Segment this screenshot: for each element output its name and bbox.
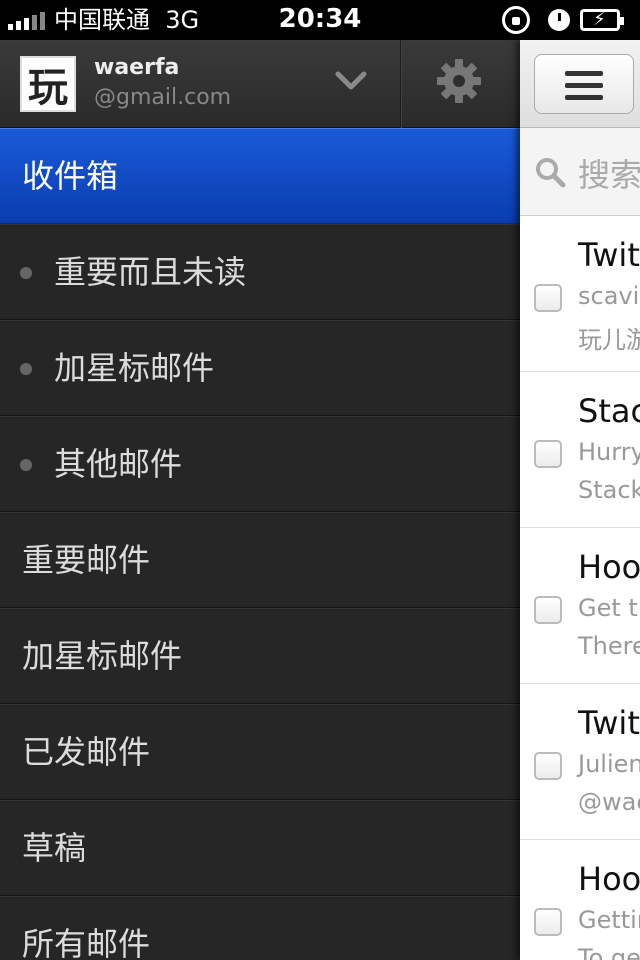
mail-sender: Hoot (578, 860, 640, 898)
mail-checkbox[interactable] (534, 284, 562, 312)
menu-item-important-unread[interactable]: 重要而且未读 (0, 224, 520, 320)
battery-icon: ⚡ (580, 9, 624, 31)
menu-item-starred[interactable]: 加星标邮件 (0, 608, 520, 704)
header-divider (400, 40, 402, 128)
status-icons: ⚡ (502, 6, 632, 34)
menu-item-label: 草稿 (22, 829, 87, 867)
menu-item-important[interactable]: 重要邮件 (0, 512, 520, 608)
chevron-down-icon[interactable] (334, 64, 368, 98)
mail-checkbox[interactable] (534, 596, 562, 624)
mail-subject: Gettin (578, 906, 640, 934)
menu-toggle-button[interactable] (534, 54, 634, 114)
menu-item-sent[interactable]: 已发邮件 (0, 704, 520, 800)
status-bar: 中国联通 3G 20:34 ⚡ (0, 0, 640, 40)
mail-subject: Julien (578, 750, 640, 778)
bullet-dot-icon (20, 459, 32, 471)
mail-sender: Stack (578, 392, 640, 430)
account-header[interactable]: 玩 waerfa @gmail.com (0, 40, 520, 128)
search-icon (536, 158, 566, 188)
menu-item-other-mail[interactable]: 其他邮件 (0, 416, 520, 512)
mail-row[interactable]: Twitt Julien @wae (520, 684, 640, 840)
avatar[interactable]: 玩 (20, 56, 76, 112)
mail-sender: Hoot (578, 548, 640, 586)
mail-subject: scavin (578, 282, 640, 310)
mail-snippet: Stack (578, 476, 640, 504)
side-menu: 玩 waerfa @gmail.com 收件箱 重要而且未读 加星标邮件 其他邮… (0, 40, 520, 960)
bullet-dot-icon (20, 267, 32, 279)
mail-subject: Get th (578, 594, 640, 622)
menu-item-label: 重要而且未读 (54, 253, 247, 291)
mail-checkbox[interactable] (534, 908, 562, 936)
mail-snippet: To ge (578, 944, 640, 960)
account-name: waerfa (94, 55, 180, 80)
mail-checkbox[interactable] (534, 440, 562, 468)
menu-item-label: 加星标邮件 (54, 349, 215, 387)
mail-checkbox[interactable] (534, 752, 562, 780)
mail-list: Twitt scavin 玩儿游 Stack Hurry Stack Hoot … (520, 216, 640, 960)
mail-row[interactable]: Hoot Gettin To ge (520, 840, 640, 960)
menu-item-inbox[interactable]: 收件箱 (0, 128, 520, 224)
search-bar[interactable]: 搜索 (520, 128, 640, 216)
rotation-lock-icon (502, 6, 530, 34)
menu-item-label: 其他邮件 (54, 445, 183, 483)
gear-icon[interactable] (434, 56, 484, 106)
menu-item-starred-sub[interactable]: 加星标邮件 (0, 320, 520, 416)
mail-row[interactable]: Twitt scavin 玩儿游 (520, 216, 640, 372)
mail-snippet: @wae (578, 788, 640, 816)
menu-item-label: 所有邮件 (22, 925, 151, 960)
menu-item-label: 重要邮件 (22, 541, 151, 579)
menu-item-drafts[interactable]: 草稿 (0, 800, 520, 896)
folder-list: 收件箱 重要而且未读 加星标邮件 其他邮件 重要邮件 加星标邮件 已发邮件 草稿… (0, 128, 520, 960)
mail-snippet: There (578, 632, 640, 660)
menu-item-label: 收件箱 (22, 157, 119, 195)
mail-row[interactable]: Stack Hurry Stack (520, 372, 640, 528)
menu-item-label: 已发邮件 (22, 733, 151, 771)
mail-list-panel: 搜索 Twitt scavin 玩儿游 Stack Hurry Stack Ho… (520, 40, 640, 960)
search-placeholder: 搜索 (578, 156, 640, 194)
account-email: @gmail.com (94, 85, 232, 110)
menu-item-all-mail[interactable]: 所有邮件 (0, 896, 520, 960)
menu-item-label: 加星标邮件 (22, 637, 183, 675)
mail-snippet: 玩儿游 (578, 326, 640, 354)
mail-toolbar (520, 40, 640, 128)
bullet-dot-icon (20, 363, 32, 375)
mail-sender: Twitt (578, 236, 640, 274)
mail-sender: Twitt (578, 704, 640, 742)
mail-row[interactable]: Hoot Get th There (520, 528, 640, 684)
mail-subject: Hurry (578, 438, 640, 466)
alarm-icon (548, 9, 570, 31)
